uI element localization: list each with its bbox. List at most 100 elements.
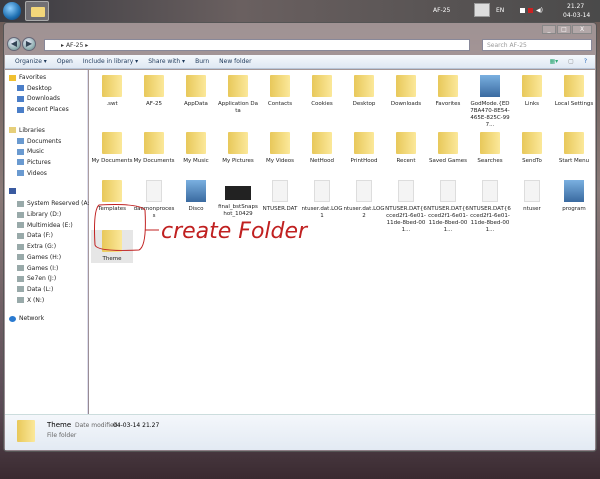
flag-icon[interactable] — [520, 8, 525, 13]
sidebar-label: System Reserved (A: — [27, 200, 90, 208]
sidebar-libraries[interactable]: Libraries — [9, 127, 45, 134]
tray-user: AF-25 — [433, 7, 451, 14]
libraries-icon — [9, 127, 16, 134]
network-icon[interactable] — [528, 8, 533, 13]
sidebar-favorite-item[interactable]: Downloads — [17, 95, 60, 102]
share-with-button[interactable]: Share with ▾ — [148, 58, 185, 65]
drive-item-icon — [17, 265, 24, 271]
explorer-window: _ □ X ◀ ▶ ▸ AF-25 ▸ Search AF-25 Organize… — [3, 22, 597, 452]
address-bar[interactable]: ▸ AF-25 ▸ — [44, 39, 470, 51]
annotation-text: create Folder — [161, 219, 309, 244]
clock-date[interactable]: 04-03-14 — [563, 12, 590, 19]
sidebar-library-item[interactable]: Documents — [17, 138, 61, 145]
library-item-icon — [17, 148, 24, 155]
details-name: Theme — [47, 421, 72, 429]
organize-button[interactable]: Organize ▾ — [15, 58, 47, 65]
sidebar-drive-item[interactable]: Games (H:) — [17, 254, 61, 261]
sidebar-label: Network — [19, 315, 45, 323]
back-button[interactable]: ◀ — [7, 37, 21, 51]
folder-icon — [31, 7, 45, 17]
favorite-item-icon — [17, 106, 24, 113]
preview-pane-icon[interactable]: ▢ — [568, 58, 574, 65]
drive-item-icon — [17, 275, 24, 282]
handwritten-annotation: create Folder — [94, 204, 309, 251]
taskbar: AF-25 EN ◀) 21.27 04-03-14 — [0, 0, 600, 22]
sidebar-drive-item[interactable]: X (N:) — [17, 297, 44, 304]
sidebar-label: Games (I:) — [27, 264, 59, 272]
search-input[interactable]: Search AF-25 — [482, 39, 592, 51]
forward-button[interactable]: ▶ — [22, 37, 36, 51]
sidebar-label: Library (D:) — [27, 211, 62, 218]
sidebar-label: Music — [27, 148, 45, 156]
sidebar-label: Data (F:) — [27, 232, 53, 240]
library-item-icon — [17, 159, 24, 166]
path-separator: ▸ — [85, 42, 89, 49]
drive-item-icon — [17, 200, 24, 207]
burn-button[interactable]: Burn — [195, 58, 209, 65]
sidebar-label: Downloads — [27, 95, 60, 103]
maximize-button[interactable]: □ — [557, 25, 571, 34]
open-button[interactable]: Open — [57, 58, 73, 65]
sidebar-label: Desktop — [27, 84, 52, 92]
details-date: 04-03-14 21.27 — [113, 422, 160, 429]
sidebar-drive-item[interactable]: Data (L:) — [17, 286, 53, 293]
sidebar-label: X (N:) — [27, 296, 45, 304]
favorites-icon — [9, 74, 16, 81]
new-folder-button[interactable]: New folder — [219, 58, 251, 65]
navigation-pane: Favorites Desktop Downloads Recent Places Li… — [5, 70, 89, 414]
sidebar-label: Multimidea (E:) — [27, 221, 73, 229]
sidebar-label: Favorites — [19, 74, 47, 81]
network-icon — [9, 315, 16, 322]
close-button[interactable]: X — [572, 25, 592, 34]
drive-item-icon — [17, 243, 24, 250]
sidebar-library-item[interactable]: Pictures — [17, 159, 51, 166]
sidebar-label: Data (L:) — [27, 285, 54, 293]
path-separator: ▸ — [61, 42, 65, 49]
sidebar-drive-item[interactable]: System Reserved (A: — [17, 200, 89, 207]
views-icon[interactable]: ▦▾ — [549, 58, 558, 65]
pen-icon[interactable] — [474, 3, 490, 17]
details-pane: Theme Date modified: 04-03-14 21.27 File… — [5, 414, 595, 450]
volume-icon[interactable]: ◀) — [536, 7, 543, 14]
sidebar-drive-item[interactable]: Extra (G:) — [17, 243, 56, 250]
library-item-icon — [17, 170, 24, 177]
start-button[interactable] — [3, 2, 21, 20]
details-type: File folder — [47, 432, 77, 439]
sidebar-label: Pictures — [27, 158, 51, 166]
drive-item-icon — [17, 211, 24, 218]
favorite-item-icon — [17, 95, 24, 102]
sidebar-library-item[interactable]: Videos — [17, 170, 47, 177]
breadcrumb-af25[interactable]: AF-25 — [66, 42, 83, 49]
clock-time[interactable]: 21.27 — [567, 3, 584, 10]
taskbar-explorer-button[interactable] — [25, 1, 49, 21]
sidebar-favorite-item[interactable]: Desktop — [17, 85, 52, 92]
file-list: Theme program ntuser NTUSER.DAT{6cced2f1-6e… — [89, 70, 595, 414]
computer-icon[interactable] — [9, 188, 16, 195]
sidebar-favorite-item[interactable]: Recent Places — [17, 106, 69, 113]
language-indicator[interactable]: EN — [496, 7, 504, 14]
sidebar-favorites[interactable]: Favorites — [9, 74, 46, 81]
sidebar-label: Libraries — [19, 126, 45, 134]
drive-item-icon — [17, 286, 24, 293]
include-in-library-button[interactable]: Include in library ▾ — [83, 58, 138, 65]
drive-item-icon — [17, 222, 24, 229]
help-icon[interactable]: ? — [584, 58, 587, 65]
sidebar-drive-item[interactable]: Library (D:) — [17, 211, 61, 218]
sidebar-drive-item[interactable]: Se7en (J:) — [17, 275, 56, 282]
sidebar-drive-item[interactable]: Games (I:) — [17, 265, 58, 272]
sidebar-label: Se7en (J:) — [27, 275, 57, 283]
folder-icon — [17, 420, 35, 442]
sidebar-drive-item[interactable]: Data (F:) — [17, 232, 53, 239]
command-bar: Organize ▾ Open Include in library ▾ Sha… — [5, 55, 595, 69]
drive-item-icon — [17, 232, 24, 239]
sidebar-library-item[interactable]: Music — [17, 148, 44, 155]
sidebar-label: Games (H:) — [27, 253, 62, 261]
drive-item-icon — [17, 254, 24, 261]
sidebar-label: Recent Places — [27, 106, 69, 114]
drive-item-icon — [17, 297, 24, 304]
minimize-button[interactable]: _ — [542, 25, 556, 34]
sidebar-network[interactable]: Network — [9, 315, 44, 322]
sidebar-drive-item[interactable]: Multimidea (E:) — [17, 222, 73, 229]
library-item-icon — [17, 138, 24, 144]
sidebar-label: Extra (G:) — [27, 243, 57, 251]
